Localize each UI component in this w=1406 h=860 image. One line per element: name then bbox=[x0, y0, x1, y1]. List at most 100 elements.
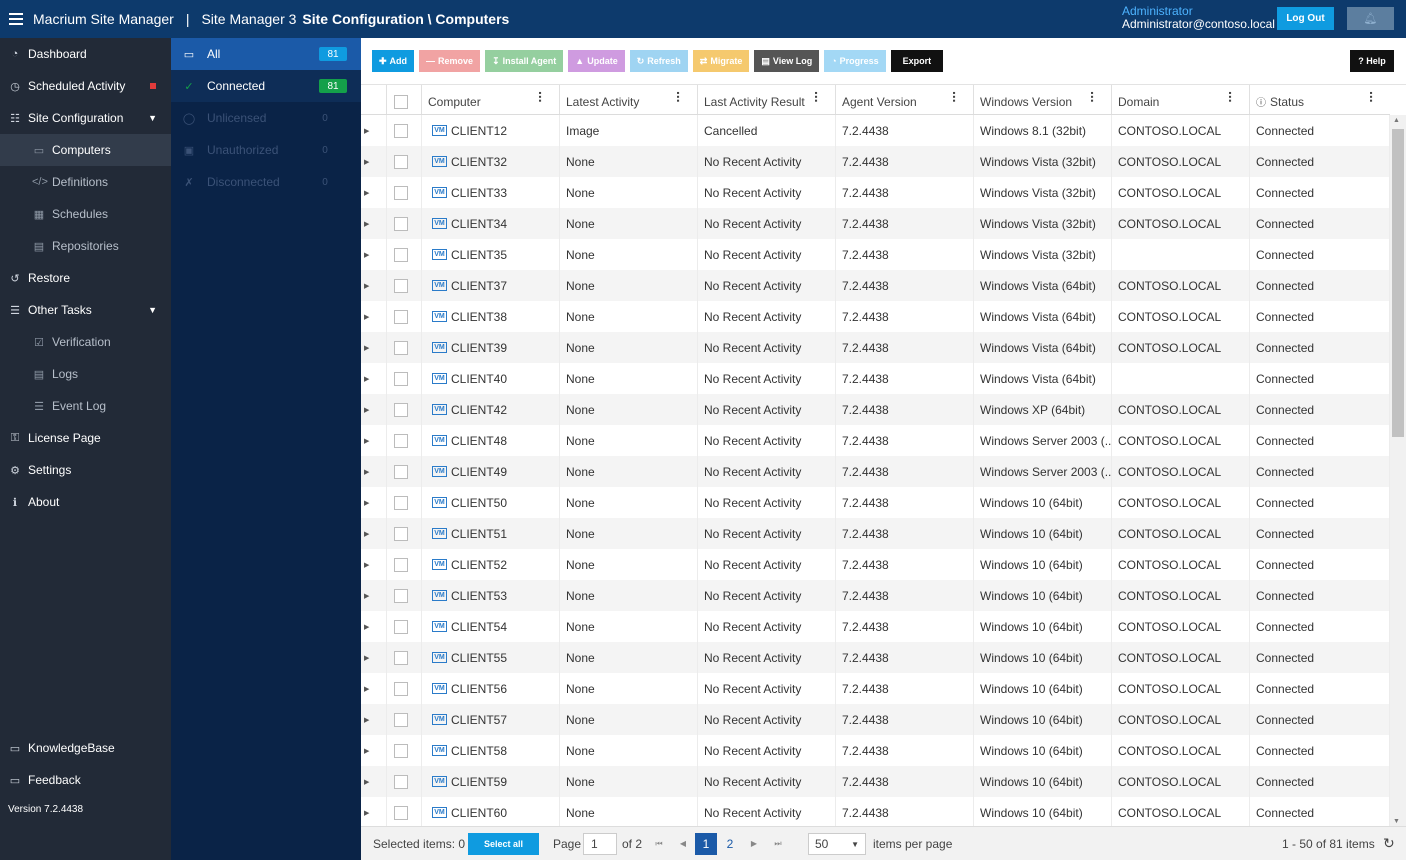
row-checkbox[interactable] bbox=[394, 185, 408, 200]
table-row[interactable]: ▶ VM CLIENT40 None No Recent Activity 7.2.443… bbox=[361, 363, 1390, 394]
row-checkbox[interactable] bbox=[394, 712, 408, 727]
grid-scrollbar[interactable]: ▲ ▼ bbox=[1390, 115, 1406, 827]
progress-button[interactable]: ◔ Progress bbox=[824, 50, 886, 72]
first-page-icon[interactable]: ⏮ bbox=[647, 839, 671, 849]
table-row[interactable]: ▶ VM CLIENT39 None No Recent Activity 7.2.443… bbox=[361, 332, 1390, 363]
table-row[interactable]: ▶ VM CLIENT37 None No Recent Activity 7.2.443… bbox=[361, 270, 1390, 301]
row-checkbox[interactable] bbox=[394, 464, 408, 479]
row-checkbox[interactable] bbox=[394, 309, 408, 324]
expand-row-icon[interactable]: ▶ bbox=[361, 270, 387, 301]
scroll-up-icon[interactable]: ▲ bbox=[1393, 117, 1400, 124]
migrate-button[interactable]: ⇄ Migrate bbox=[692, 50, 750, 72]
scroll-down-icon[interactable]: ▼ bbox=[1393, 818, 1400, 825]
row-checkbox[interactable] bbox=[394, 588, 408, 603]
logout-button[interactable]: Log Out bbox=[1277, 7, 1334, 30]
expand-row-icon[interactable]: ▶ bbox=[361, 797, 387, 827]
filter-unauthorized[interactable]: ▣ Unauthorized 0 bbox=[171, 134, 361, 166]
sidebar-item-computers[interactable]: ▭ Computers bbox=[0, 134, 171, 166]
hamburger-menu-icon[interactable] bbox=[9, 13, 23, 25]
notification-bell-button[interactable]: 🔔︎ bbox=[1347, 7, 1394, 30]
table-row[interactable]: ▶ VM CLIENT48 None No Recent Activity 7.2.443… bbox=[361, 425, 1390, 456]
help-button[interactable]: ? Help bbox=[1350, 50, 1394, 72]
row-checkbox[interactable] bbox=[394, 278, 408, 293]
expand-row-icon[interactable]: ▶ bbox=[361, 208, 387, 239]
table-row[interactable]: ▶ VM CLIENT35 None No Recent Activity 7.2.443… bbox=[361, 239, 1390, 270]
column-menu-icon[interactable]: ... bbox=[1088, 91, 1104, 103]
next-page-icon[interactable]: ▶ bbox=[742, 839, 766, 848]
sidebar-item-dashboard[interactable]: ◔ Dashboard bbox=[0, 38, 171, 70]
expand-row-icon[interactable]: ▶ bbox=[361, 425, 387, 456]
expand-row-icon[interactable]: ▶ bbox=[361, 301, 387, 332]
table-row[interactable]: ▶ VM CLIENT32 None No Recent Activity 7.2.443… bbox=[361, 146, 1390, 177]
items-per-page-select[interactable]: 50 ▼ bbox=[808, 833, 866, 855]
sidebar-item-about[interactable]: ℹ About bbox=[0, 486, 171, 518]
select-all-button[interactable]: Select all bbox=[468, 833, 539, 855]
last-page-icon[interactable]: ⏭ bbox=[766, 839, 790, 849]
row-checkbox[interactable] bbox=[394, 526, 408, 541]
table-row[interactable]: ▶ VM CLIENT49 None No Recent Activity 7.2.443… bbox=[361, 456, 1390, 487]
expand-row-icon[interactable]: ▶ bbox=[361, 456, 387, 487]
expand-row-icon[interactable]: ▶ bbox=[361, 642, 387, 673]
table-row[interactable]: ▶ VM CLIENT56 None No Recent Activity 7.2.443… bbox=[361, 673, 1390, 704]
row-checkbox[interactable] bbox=[394, 216, 408, 231]
column-header-status[interactable]: ⓘ Status... bbox=[1250, 85, 1390, 114]
add-button[interactable]: ✚ Add bbox=[372, 50, 415, 72]
column-menu-icon[interactable]: ... bbox=[1367, 91, 1383, 103]
filter-disconnected[interactable]: ✗ Disconnected 0 bbox=[171, 166, 361, 198]
reload-icon[interactable]: ↻ bbox=[1383, 835, 1395, 852]
table-row[interactable]: ▶ VM CLIENT54 None No Recent Activity 7.2.443… bbox=[361, 611, 1390, 642]
table-row[interactable]: ▶ VM CLIENT42 None No Recent Activity 7.2.443… bbox=[361, 394, 1390, 425]
column-header-computer[interactable]: Computer... bbox=[422, 85, 560, 114]
table-row[interactable]: ▶ VM CLIENT53 None No Recent Activity 7.2.443… bbox=[361, 580, 1390, 611]
page-number-input[interactable]: 1 bbox=[583, 833, 617, 855]
row-checkbox[interactable] bbox=[394, 495, 408, 510]
expand-row-icon[interactable]: ▶ bbox=[361, 239, 387, 270]
table-row[interactable]: ▶ VM CLIENT55 None No Recent Activity 7.2.443… bbox=[361, 642, 1390, 673]
expand-row-icon[interactable]: ▶ bbox=[361, 549, 387, 580]
expand-row-icon[interactable]: ▶ bbox=[361, 332, 387, 363]
table-row[interactable]: ▶ VM CLIENT58 None No Recent Activity 7.2.443… bbox=[361, 735, 1390, 766]
sidebar-item-schedules[interactable]: ▦ Schedules bbox=[0, 198, 171, 230]
view-log-button[interactable]: ▤ View Log bbox=[754, 50, 820, 72]
table-row[interactable]: ▶ VM CLIENT50 None No Recent Activity 7.2.443… bbox=[361, 487, 1390, 518]
row-checkbox[interactable] bbox=[394, 774, 408, 789]
row-checkbox[interactable] bbox=[394, 681, 408, 696]
update-button[interactable]: ▲ Update bbox=[568, 50, 625, 72]
sidebar-item-license-page[interactable]: ⚿ License Page bbox=[0, 422, 171, 454]
table-row[interactable]: ▶ VM CLIENT60 None No Recent Activity 7.2.443… bbox=[361, 797, 1390, 827]
expand-row-icon[interactable]: ▶ bbox=[361, 766, 387, 797]
row-checkbox[interactable] bbox=[394, 805, 408, 820]
table-row[interactable]: ▶ VM CLIENT34 None No Recent Activity 7.2.443… bbox=[361, 208, 1390, 239]
scrollbar-thumb[interactable] bbox=[1392, 129, 1404, 437]
column-menu-icon[interactable]: ... bbox=[812, 91, 828, 103]
expand-row-icon[interactable]: ▶ bbox=[361, 735, 387, 766]
page-button-1[interactable]: 1 bbox=[695, 833, 717, 855]
row-checkbox[interactable] bbox=[394, 743, 408, 758]
row-checkbox[interactable] bbox=[394, 619, 408, 634]
table-row[interactable]: ▶ VM CLIENT33 None No Recent Activity 7.2.443… bbox=[361, 177, 1390, 208]
column-header-last-activity-result[interactable]: Last Activity Result... bbox=[698, 85, 836, 114]
table-row[interactable]: ▶ VM CLIENT12 Image Cancelled 7.2.4438 Windows… bbox=[361, 115, 1390, 146]
header-checkbox[interactable] bbox=[394, 94, 408, 109]
sidebar-item-definitions[interactable]: </> Definitions bbox=[0, 166, 171, 198]
sidebar-item-feedback[interactable]: ▭ Feedback bbox=[0, 764, 171, 796]
column-menu-icon[interactable]: ... bbox=[674, 91, 690, 103]
sidebar-item-knowledgebase[interactable]: ▭ KnowledgeBase bbox=[0, 732, 171, 764]
row-checkbox[interactable] bbox=[394, 433, 408, 448]
table-row[interactable]: ▶ VM CLIENT38 None No Recent Activity 7.2.443… bbox=[361, 301, 1390, 332]
sidebar-item-other-tasks[interactable]: ☰ Other Tasks ▼ bbox=[0, 294, 171, 326]
filter-unlicensed[interactable]: ◯ Unlicensed 0 bbox=[171, 102, 361, 134]
page-button-2[interactable]: 2 bbox=[719, 833, 741, 855]
row-checkbox[interactable] bbox=[394, 557, 408, 572]
sidebar-item-settings[interactable]: ⚙ Settings bbox=[0, 454, 171, 486]
expand-row-icon[interactable]: ▶ bbox=[361, 487, 387, 518]
column-header-latest-activity[interactable]: Latest Activity... bbox=[560, 85, 698, 114]
export-button[interactable]: Export bbox=[890, 50, 944, 72]
sidebar-item-logs[interactable]: ▤ Logs bbox=[0, 358, 171, 390]
filter-all[interactable]: ▭ All 81 bbox=[171, 38, 361, 70]
sidebar-item-site-configuration[interactable]: ☷ Site Configuration ▼ bbox=[0, 102, 171, 134]
remove-button[interactable]: — Remove bbox=[419, 50, 481, 72]
column-menu-icon[interactable]: ... bbox=[536, 91, 552, 103]
column-header-windows-version[interactable]: Windows Version... bbox=[974, 85, 1112, 114]
site-name[interactable]: Site Manager 3 bbox=[201, 11, 296, 27]
